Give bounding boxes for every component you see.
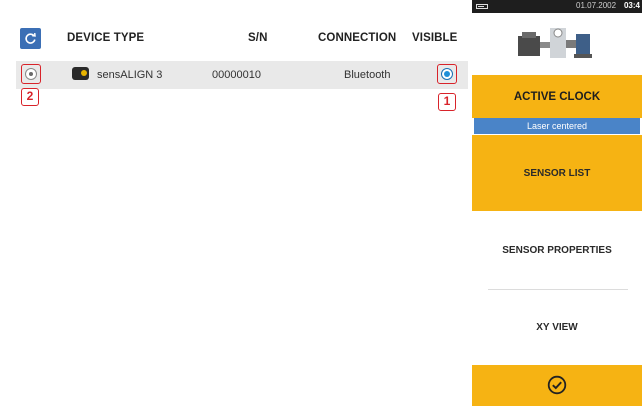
callout-label-2: 2: [21, 88, 39, 106]
callout-label-1: 1: [438, 93, 456, 111]
column-header-connection: CONNECTION: [318, 32, 397, 44]
refresh-button[interactable]: [20, 28, 41, 49]
device-type-cell: sensALIGN 3: [97, 69, 163, 81]
sensor-list-view: DEVICE TYPE S/N CONNECTION VISIBLE 2 sen…: [0, 0, 472, 406]
nav-xy-view[interactable]: XY VIEW: [472, 290, 642, 364]
battery-icon: [476, 4, 488, 9]
check-circle-icon: [547, 375, 567, 395]
refresh-icon: [25, 33, 36, 44]
callout-box-visible: [437, 64, 457, 84]
connection-cell: Bluetooth: [344, 69, 391, 81]
column-header-sn: S/N: [248, 32, 268, 44]
status-bar: 01.07.2002 03:4: [472, 0, 642, 13]
nav-sensor-properties[interactable]: SENSOR PROPERTIES: [472, 211, 642, 289]
laser-status-bar: Laser centered: [474, 118, 640, 134]
sensor-device-icon: [72, 67, 89, 80]
serial-number-cell: 00000010: [212, 69, 261, 81]
active-clock-button[interactable]: ACTIVE CLOCK: [472, 75, 642, 118]
nav-sensor-list[interactable]: SENSOR LIST: [472, 135, 642, 211]
callout-box-select: [21, 64, 41, 84]
right-nav-panel: 01.07.2002 03:4 ACTIVE CLOCK Laser cente…: [472, 0, 642, 406]
machine-train-icon: [518, 28, 592, 58]
status-date: 01.07.2002: [576, 1, 617, 10]
status-time: 03:4: [623, 1, 640, 10]
column-header-visible: VISIBLE: [412, 32, 458, 44]
column-header-device-type: DEVICE TYPE: [67, 32, 145, 44]
